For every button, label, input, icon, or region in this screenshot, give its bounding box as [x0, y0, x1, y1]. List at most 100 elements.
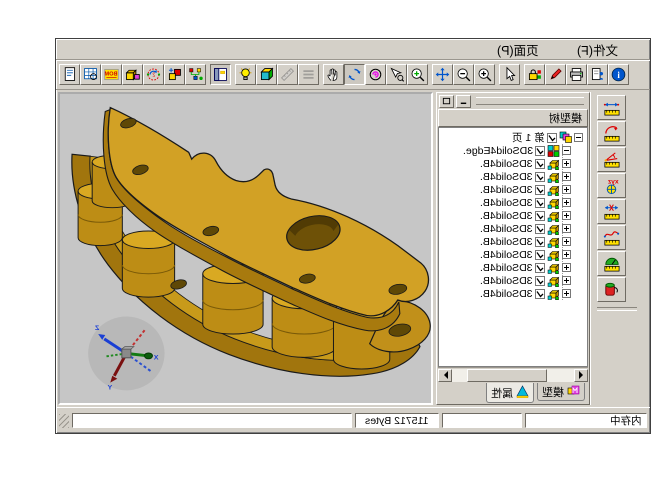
tree-item-row[interactable]: 3DSolid4B.: [439, 287, 587, 300]
status-message-field: [72, 413, 352, 428]
fill-color-icon[interactable]: [597, 277, 626, 302]
item-expand-toggle[interactable]: [562, 263, 571, 272]
tree-item-row[interactable]: 3DSolid4B.: [439, 235, 587, 248]
move-view-icon[interactable]: [432, 64, 453, 85]
tree-item-row[interactable]: 3DSolid4B.: [439, 274, 587, 287]
item-checkbox[interactable]: [535, 198, 545, 208]
menu-file[interactable]: 文件(F): [577, 40, 618, 59]
tree-root-row[interactable]: 第 1 页: [439, 131, 587, 144]
item-collapse-toggle[interactable]: [562, 146, 571, 155]
scroll-left-button[interactable]: [438, 369, 452, 382]
viewport-3d[interactable]: X Y Z: [58, 92, 433, 405]
item-checkbox[interactable]: [535, 276, 545, 286]
panel-tab-1[interactable]: 模型: [537, 383, 585, 401]
red-pen-icon[interactable]: [545, 64, 566, 85]
item-expand-toggle[interactable]: [562, 172, 571, 181]
item-expand-toggle[interactable]: [562, 289, 571, 298]
zoom-out-icon[interactable]: [453, 64, 474, 85]
tree-item-row[interactable]: 3DSolid4B.: [439, 170, 587, 183]
measure-ruler-icon[interactable]: [277, 64, 298, 85]
menu-page[interactable]: 页面(P): [497, 40, 539, 59]
color-lock-icon[interactable]: [524, 64, 545, 85]
spin-target-icon[interactable]: [365, 64, 386, 85]
item-checkbox[interactable]: [535, 224, 545, 234]
edge-cubes-icon: [547, 144, 560, 157]
item-checkbox[interactable]: [535, 185, 545, 195]
tree-item-row[interactable]: 3DSolid4B.: [439, 157, 587, 170]
dim-symmetric-icon[interactable]: [597, 199, 626, 224]
dim-gauge-icon[interactable]: [597, 251, 626, 276]
cubes-icon[interactable]: [122, 64, 143, 85]
item-expand-toggle[interactable]: [562, 159, 571, 168]
regen-cycle-icon[interactable]: 2: [143, 64, 164, 85]
tree-item-row[interactable]: 3DSolid4B.: [439, 209, 587, 222]
solid-cube-icon: [547, 222, 560, 235]
tree-item-row[interactable]: 3DSolid4B.: [439, 183, 587, 196]
zoom-window-icon[interactable]: [407, 64, 428, 85]
item-expand-toggle[interactable]: [562, 237, 571, 246]
item-checkbox[interactable]: [535, 146, 545, 156]
item-checkbox[interactable]: [535, 211, 545, 221]
assembly-tree-icon[interactable]: [185, 64, 206, 85]
panel-minimize-button[interactable]: [456, 95, 471, 108]
root-collapse-toggle[interactable]: [574, 133, 583, 142]
tree-item-label: 3DSolid4B.: [480, 158, 533, 170]
item-checkbox[interactable]: [535, 250, 545, 260]
zoom-in-icon[interactable]: [474, 64, 495, 85]
material-cube-icon[interactable]: [256, 64, 277, 85]
scroll-track[interactable]: [452, 369, 574, 382]
panel-tab-0[interactable]: 属性: [486, 383, 534, 403]
tree-item-row[interactable]: 3DSolid4Edge.: [439, 144, 587, 157]
dim-coordinate-icon[interactable]: xyz: [597, 173, 626, 198]
item-checkbox[interactable]: [535, 263, 545, 273]
tree-item-row[interactable]: 3DSolid4B.: [439, 248, 587, 261]
export-doc-icon[interactable]: [587, 64, 608, 85]
tree-item-row[interactable]: 3DSolid4B.: [439, 261, 587, 274]
tree-item-label: 3DSolid4B.: [480, 236, 533, 248]
triad-label-x: X: [153, 354, 158, 361]
dim-linear-icon[interactable]: [597, 95, 626, 120]
panel-window-icon[interactable]: [210, 64, 231, 85]
item-expand-toggle[interactable]: [562, 224, 571, 233]
lamp-icon[interactable]: [235, 64, 256, 85]
item-checkbox[interactable]: [535, 237, 545, 247]
item-expand-toggle[interactable]: [562, 276, 571, 285]
item-checkbox[interactable]: [535, 289, 545, 299]
tree-horizontal-scrollbar[interactable]: [438, 367, 588, 382]
solid-cube-icon: [547, 157, 560, 170]
toolbar-group: < rect x="2" y="12" width="7" height="5"…: [59, 64, 206, 85]
tree-item-row[interactable]: 3DSolid4B.: [439, 196, 587, 209]
item-checkbox[interactable]: [535, 159, 545, 169]
pan-hand-icon[interactable]: [323, 64, 344, 85]
dim-angle-icon[interactable]: [597, 147, 626, 172]
item-expand-toggle[interactable]: [562, 185, 571, 194]
printer-icon[interactable]: [566, 64, 587, 85]
panel-drag-grip[interactable]: [476, 97, 584, 105]
dim-curve-icon[interactable]: [597, 225, 626, 250]
tree-item-label: 3DSolid4Edge.: [463, 145, 533, 157]
scroll-right-button[interactable]: [574, 369, 588, 382]
item-expand-toggle[interactable]: [562, 198, 571, 207]
panel-restore-button[interactable]: [439, 95, 454, 108]
document-icon[interactable]: < rect x="2" y="12" width="7" height="5"…: [59, 64, 80, 85]
tree-item-row[interactable]: 3DSolid4B.: [439, 222, 587, 235]
item-checkbox[interactable]: [535, 172, 545, 182]
root-checkbox[interactable]: [547, 133, 557, 143]
layers-icon[interactable]: [298, 64, 319, 85]
red-block-icon[interactable]: [164, 64, 185, 85]
toolbar-separator: [597, 307, 637, 311]
select-arrow-icon[interactable]: [499, 64, 520, 85]
solid-cube-icon: [547, 209, 560, 222]
item-expand-toggle[interactable]: [562, 211, 571, 220]
rotate-view-icon[interactable]: [344, 64, 365, 85]
help-info-icon[interactable]: i: [608, 64, 629, 85]
bom-text-icon[interactable]: BOM: [101, 64, 122, 85]
bom-table-icon[interactable]: [80, 64, 101, 85]
panel-tab-bar: 属性模型: [437, 382, 589, 404]
model-cubes-tab-icon: [567, 384, 580, 400]
zoom-pointer-icon[interactable]: [386, 64, 407, 85]
scroll-thumb[interactable]: [467, 369, 548, 382]
dim-radius-icon[interactable]: [597, 121, 626, 146]
item-expand-toggle[interactable]: [562, 250, 571, 259]
model-tree: 第 1 页 3DSolid4Edge.3DSolid4B.3DSolid4B.3…: [438, 127, 588, 367]
